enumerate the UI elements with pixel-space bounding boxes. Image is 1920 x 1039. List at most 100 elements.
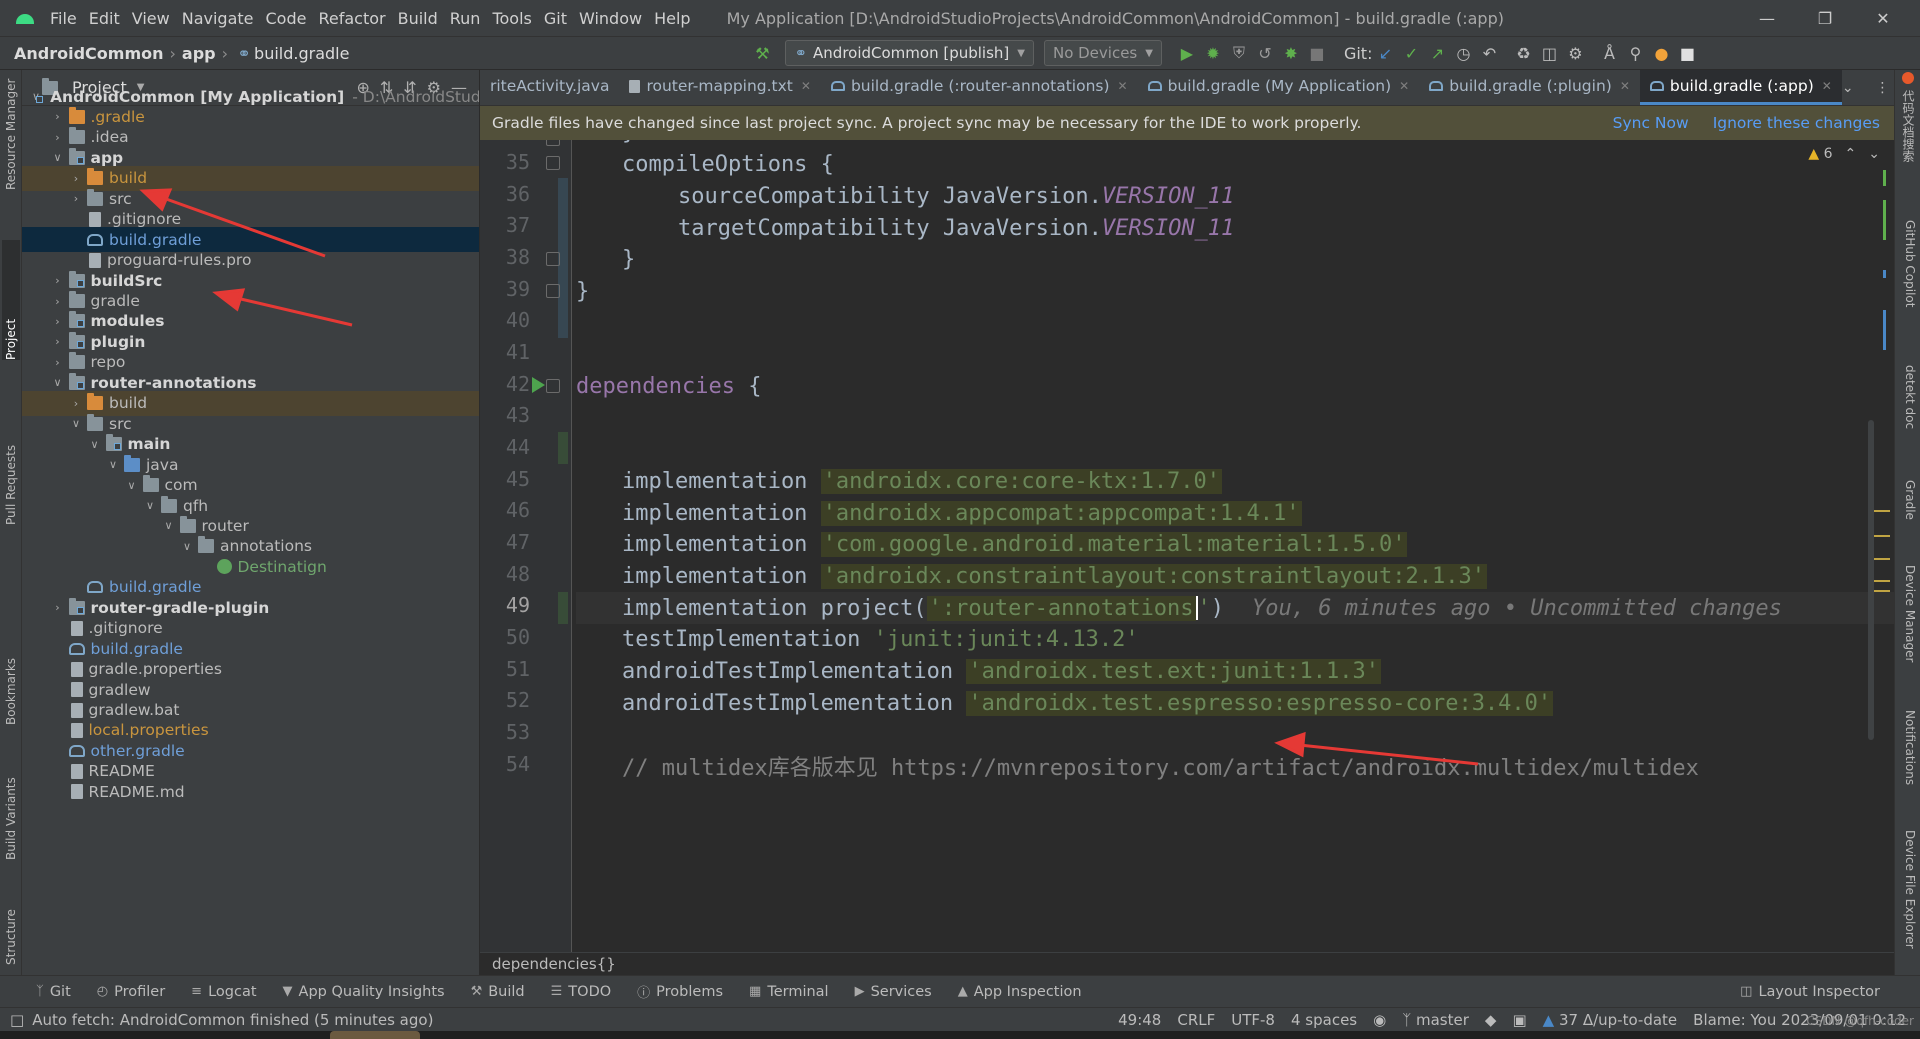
git-push-icon[interactable]: ↗ — [1424, 40, 1450, 66]
build-variants-tab[interactable]: Build Variants — [2, 750, 20, 860]
device-manager-tab[interactable]: Device Manager — [1899, 565, 1917, 695]
close-tab-icon[interactable]: ✕ — [1399, 79, 1409, 93]
update-icon[interactable]: ● — [1648, 40, 1674, 66]
chevron-down-icon[interactable]: ∨ — [125, 479, 139, 492]
chevron-right-icon[interactable]: › — [69, 192, 83, 205]
tool-layout-inspector[interactable]: ◫ Layout Inspector — [1740, 984, 1880, 1000]
tool-problems[interactable]: ⓘ Problems — [637, 982, 723, 1002]
chevron-down-icon[interactable]: ∨ — [88, 438, 102, 451]
device-file-explorer-tab[interactable]: Device File Explorer — [1899, 830, 1917, 970]
notifications-tab[interactable]: Notifications — [1899, 710, 1917, 810]
menu-git[interactable]: Git — [544, 9, 567, 28]
scrollbar-thumb[interactable] — [1868, 420, 1874, 740]
chevron-down-icon[interactable]: ∨ — [162, 519, 176, 532]
tool-git[interactable]: ᛉ Git — [36, 984, 71, 1000]
run-gutter-icon[interactable] — [532, 377, 545, 393]
tool-todo[interactable]: ☰ TODO — [551, 984, 612, 1000]
coverage-icon[interactable]: ⛨ — [1226, 40, 1252, 66]
menu-run[interactable]: Run — [450, 9, 481, 28]
fold-marker-icon[interactable] — [546, 156, 560, 170]
chevron-right-icon[interactable]: › — [51, 295, 65, 308]
menu-tools[interactable]: Tools — [492, 9, 531, 28]
tool-profiler[interactable]: ◴ Profiler — [97, 984, 165, 1000]
resource-manager-tab[interactable]: Resource Manager — [2, 79, 20, 190]
pull-requests-tab[interactable]: Pull Requests — [2, 405, 20, 525]
debug-icon[interactable]: ✹ — [1200, 40, 1226, 66]
inspection-widget[interactable]: ▲ 6 ⌃ ⌄ — [1808, 146, 1880, 162]
menu-build[interactable]: Build — [398, 9, 438, 28]
tab-file[interactable]: build.gradle (:plugin) ✕ — [1419, 70, 1640, 105]
chevron-right-icon[interactable]: › — [51, 601, 65, 614]
restore-icon[interactable]: ❐ — [1796, 9, 1854, 28]
git-update-icon[interactable]: ↙ — [1372, 40, 1398, 66]
tab-file[interactable]: build.gradle (:router-annotations) ✕ — [821, 70, 1138, 105]
tool-build[interactable]: ⚒ Build — [471, 984, 525, 1000]
bookmarks-tab[interactable]: Bookmarks — [2, 630, 20, 725]
git-commit-icon[interactable]: ✓ — [1398, 40, 1424, 66]
chevron-right-icon[interactable]: › — [69, 397, 83, 410]
more-icon[interactable]: ⋮ — [1876, 80, 1890, 96]
tree-item[interactable]: README.md — [22, 779, 479, 804]
menu-window[interactable]: Window — [579, 9, 642, 28]
chevron-right-icon[interactable]: › — [51, 274, 65, 287]
vcs-status[interactable]: ▲ 37 Δ/up-to-date — [1543, 1011, 1678, 1029]
chevron-down-icon[interactable]: ∨ — [106, 458, 120, 471]
breadcrumb-module[interactable]: app — [182, 44, 216, 63]
fold-marker-icon[interactable] — [546, 140, 560, 146]
tool-terminal[interactable]: ▦ Terminal — [749, 984, 829, 1000]
detekt-doc-tab[interactable]: detekt doc — [1899, 365, 1917, 465]
menu-file[interactable]: File — [50, 9, 77, 28]
tool-app-quality-insights[interactable]: ▼ App Quality Insights — [283, 984, 445, 1000]
line-separator[interactable]: CRLF — [1177, 1011, 1215, 1029]
translate-icon[interactable]: Å — [1596, 40, 1622, 66]
rollback-icon[interactable]: ↶ — [1476, 40, 1502, 66]
code-editor[interactable]: ▲ 6 ⌃ ⌄ 34 35 36 37 38 39 40 41 42 43 44… — [480, 140, 1894, 952]
gradle-tab[interactable]: Gradle — [1899, 480, 1917, 550]
tab-file[interactable]: riteActivity.java — [480, 70, 619, 105]
chevron-down-icon[interactable]: ⌄ — [1868, 146, 1880, 162]
chevron-down-icon[interactable]: ∨ — [51, 376, 65, 389]
menu-edit[interactable]: Edit — [89, 9, 120, 28]
chevron-right-icon[interactable]: › — [51, 335, 65, 348]
close-tab-icon[interactable]: ✕ — [1822, 79, 1832, 93]
sync-now-link[interactable]: Sync Now — [1613, 114, 1689, 132]
chevron-right-icon[interactable]: › — [51, 131, 65, 144]
chevron-right-icon[interactable]: › — [69, 172, 83, 185]
tool-logcat[interactable]: ≡ Logcat — [191, 984, 256, 1000]
fold-marker-icon[interactable] — [546, 379, 560, 393]
memory-icon[interactable]: ▣ — [1512, 1011, 1526, 1029]
stop-icon[interactable]: ■ — [1304, 40, 1330, 66]
tab-active[interactable]: build.gradle (:app) ✕ — [1639, 70, 1842, 105]
chevron-right-icon[interactable]: › — [51, 110, 65, 123]
chevron-down-icon[interactable]: ∨ — [51, 151, 65, 164]
indent-setting[interactable]: 4 spaces — [1291, 1011, 1357, 1029]
chevron-right-icon[interactable]: › — [51, 315, 65, 328]
chevron-down-icon[interactable]: ∨ — [143, 499, 157, 512]
structure-tab[interactable]: Structure — [2, 875, 20, 965]
search-icon[interactable]: ⚲ — [1622, 40, 1648, 66]
fold-marker-icon[interactable] — [546, 252, 560, 266]
menu-refactor[interactable]: Refactor — [318, 9, 385, 28]
device-select[interactable]: No Devices ▼ — [1043, 40, 1162, 66]
history-icon[interactable]: ◷ — [1450, 40, 1476, 66]
caret-position[interactable]: 49:48 — [1118, 1011, 1161, 1029]
run-icon[interactable]: ▶ — [1174, 40, 1200, 66]
project-tab[interactable]: Project — [2, 240, 20, 360]
sdk-manager-icon[interactable]: ⚙ — [1562, 40, 1588, 66]
menu-help[interactable]: Help — [654, 9, 690, 28]
close-tab-icon[interactable]: ✕ — [1620, 79, 1630, 93]
git-branch[interactable]: ᛉ master — [1402, 1011, 1469, 1029]
close-icon[interactable]: ✕ — [1854, 9, 1912, 28]
run-configuration-select[interactable]: ⚭ AndroidCommon [publish] ▼ — [785, 40, 1034, 66]
attach-debugger-icon[interactable]: ✸ — [1278, 40, 1304, 66]
chevron-down-icon[interactable]: ∨ — [69, 417, 83, 430]
breadcrumb-project[interactable]: AndroidCommon — [14, 44, 164, 63]
menu-view[interactable]: View — [132, 9, 170, 28]
file-encoding[interactable]: UTF-8 — [1231, 1011, 1275, 1029]
copilot-icon[interactable]: ◉ — [1373, 1011, 1386, 1029]
status-panel-icon[interactable]: □ — [10, 1011, 24, 1029]
account-icon[interactable]: ■ — [1674, 40, 1700, 66]
close-tab-icon[interactable]: ✕ — [801, 79, 811, 93]
breadcrumb-file[interactable]: build.gradle — [254, 44, 349, 63]
github-copilot-tab[interactable]: GitHub Copilot — [1899, 220, 1917, 350]
